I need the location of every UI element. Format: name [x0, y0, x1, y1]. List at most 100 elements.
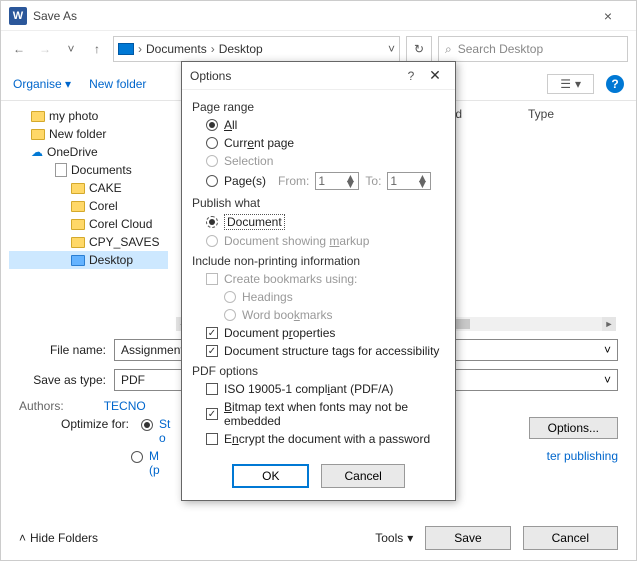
help-icon[interactable]: ?	[606, 75, 624, 93]
close-icon[interactable]: ✕	[423, 67, 447, 84]
tree-item-onedrive[interactable]: ☁OneDrive	[9, 143, 168, 161]
open-after-link[interactable]: ter publishing	[547, 449, 618, 463]
folder-tree: my photo New folder ☁OneDrive Documents …	[1, 101, 176, 331]
breadcrumb[interactable]: › Documents › Desktop ˅	[113, 36, 400, 62]
check-docprops-label: Document properties	[224, 326, 335, 340]
group-include: Include non-printing information	[192, 254, 445, 268]
ok-button[interactable]: OK	[232, 464, 309, 488]
file-icon	[55, 163, 67, 177]
tree-item-cpy-saves[interactable]: CPY_SAVES	[9, 233, 168, 251]
titlebar: W Save As ×	[1, 1, 636, 31]
view-mode-button[interactable]: ☰ ▾	[547, 74, 594, 94]
radio-pages-label: Page(s)	[224, 174, 266, 188]
cancel-button[interactable]: Cancel	[523, 526, 618, 550]
radio-current-label: Current page	[224, 136, 294, 150]
group-page-range: Page range	[192, 100, 445, 114]
check-bitmap[interactable]: ✓	[206, 408, 218, 420]
radio-all-label: All	[224, 118, 237, 132]
folder-icon	[71, 219, 85, 230]
radio-current-page[interactable]	[206, 137, 218, 149]
optimize-standard-label: Sto	[159, 417, 170, 445]
check-encrypt-label: Encrypt the document with a password	[224, 432, 430, 446]
radio-word-bookmarks	[224, 309, 236, 321]
onedrive-icon: ☁	[31, 145, 43, 159]
recent-dropdown-icon[interactable]: ˅	[61, 39, 81, 59]
authors-label: Authors:	[19, 399, 64, 413]
to-spinner[interactable]: 1▲▼	[387, 172, 431, 190]
radio-selection-label: Selection	[224, 154, 273, 168]
radio-standard[interactable]	[141, 419, 153, 431]
crumb-desktop[interactable]: Desktop	[215, 42, 267, 56]
folder-icon	[71, 255, 85, 266]
from-spinner[interactable]: 1▲▼	[315, 172, 359, 190]
help-icon[interactable]: ?	[399, 69, 423, 83]
close-icon[interactable]: ×	[588, 8, 628, 24]
chevron-down-icon[interactable]: ˅	[388, 42, 395, 56]
check-iso[interactable]	[206, 383, 218, 395]
crumb-documents[interactable]: Documents	[142, 42, 211, 56]
bottom-bar: ˄Hide Folders Tools ▾ Save Cancel	[1, 526, 636, 550]
new-folder-button[interactable]: New folder	[89, 77, 146, 91]
folder-icon	[71, 183, 85, 194]
tree-item-documents[interactable]: Documents	[9, 161, 168, 179]
refresh-icon: ↻	[414, 42, 424, 56]
hide-folders-toggle[interactable]: ˄Hide Folders	[19, 531, 98, 545]
radio-headings-label: Headings	[242, 290, 293, 304]
radio-pages[interactable]	[206, 175, 218, 187]
check-tags-label: Document structure tags for accessibilit…	[224, 344, 439, 358]
options-titlebar: Options ? ✕	[182, 62, 455, 90]
window-title: Save As	[33, 9, 588, 23]
search-icon: ⌕	[445, 42, 452, 57]
check-bookmarks	[206, 273, 218, 285]
check-bitmap-label: Bitmap text when fonts may not be embedd…	[224, 400, 445, 428]
check-bookmarks-label: Create bookmarks using:	[224, 272, 357, 286]
refresh-button[interactable]: ↻	[406, 36, 432, 62]
radio-document-label: Document	[224, 214, 285, 230]
optimize-label: Optimize for:	[61, 417, 129, 431]
group-publish-what: Publish what	[192, 196, 445, 210]
folder-icon	[31, 129, 45, 140]
radio-markup-label: Document showing markup	[224, 234, 369, 248]
organise-menu[interactable]: Organise ▾	[13, 77, 71, 91]
options-buttons: OK Cancel	[182, 454, 455, 500]
scroll-right-icon[interactable]: ►	[602, 317, 616, 331]
tree-item-my-photo[interactable]: my photo	[9, 107, 168, 125]
tree-item-desktop[interactable]: Desktop	[9, 251, 168, 269]
radio-document[interactable]	[206, 216, 218, 228]
up-arrow-icon[interactable]: ↑	[87, 39, 107, 59]
check-encrypt[interactable]	[206, 433, 218, 445]
list-icon: ☰	[560, 77, 571, 91]
search-input[interactable]: ⌕ Search Desktop	[438, 36, 628, 62]
tree-item-cake[interactable]: CAKE	[9, 179, 168, 197]
tree-item-corel-cloud[interactable]: Corel Cloud	[9, 215, 168, 233]
pc-icon	[118, 43, 134, 55]
chevron-down-icon[interactable]: ˅	[604, 343, 611, 357]
col-type[interactable]: Type	[528, 107, 588, 121]
from-label: From:	[278, 174, 309, 188]
folder-icon	[71, 201, 85, 212]
chevron-down-icon[interactable]: ˅	[604, 373, 611, 387]
radio-wordbm-label: Word bookmarks	[242, 308, 332, 322]
folder-icon	[71, 237, 85, 248]
back-arrow-icon[interactable]: ←	[9, 39, 29, 59]
radio-minimum[interactable]	[131, 451, 143, 463]
to-label: To:	[365, 174, 381, 188]
options-button[interactable]: OptiOptions...ons...	[529, 417, 618, 439]
radio-all[interactable]	[206, 119, 218, 131]
tree-item-corel[interactable]: Corel	[9, 197, 168, 215]
authors-value[interactable]: TECNO	[104, 399, 146, 413]
check-doc-properties[interactable]: ✓	[206, 327, 218, 339]
tools-menu[interactable]: Tools ▾	[375, 531, 413, 545]
options-cancel-button[interactable]: Cancel	[321, 464, 404, 488]
tree-item-new-folder[interactable]: New folder	[9, 125, 168, 143]
saveastype-label: Save as type:	[19, 373, 114, 387]
word-app-icon: W	[9, 7, 27, 25]
check-iso-label: ISO 19005-1 compliant (PDF/A)	[224, 382, 393, 396]
optimize-min-label: M(p	[149, 449, 160, 477]
save-button[interactable]: Save	[425, 526, 510, 550]
options-dialog: Options ? ✕ Page range All Current page …	[181, 61, 456, 501]
check-structure-tags[interactable]: ✓	[206, 345, 218, 357]
save-as-window: W Save As × ← → ˅ ↑ › Documents › Deskto…	[0, 0, 637, 561]
group-pdf-options: PDF options	[192, 364, 445, 378]
radio-selection	[206, 155, 218, 167]
